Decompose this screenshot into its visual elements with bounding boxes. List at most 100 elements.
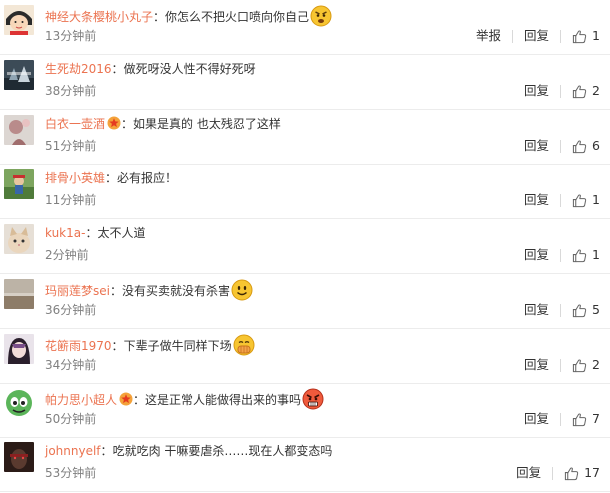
comment-text: 没有买卖就没有杀害 xyxy=(122,284,231,298)
thumbs-up-icon xyxy=(572,29,592,44)
divider xyxy=(560,358,562,372)
comment-text: 下辈子做牛同样下场 xyxy=(123,339,232,353)
comment-item: 神经大条樱桃小丸子：你怎么不把火口喷向你自己 13分钟前 举报 回复 1 xyxy=(0,0,610,55)
angry-emoji xyxy=(310,5,332,27)
avatar[interactable] xyxy=(4,169,34,199)
comment-item: 白衣一壶酒 ：如果是真的 也太残忍了这样 51分钟前 回复 6 xyxy=(0,110,610,165)
username-link[interactable]: johnnyelf xyxy=(45,444,101,458)
reply-button[interactable]: 回复 xyxy=(524,357,549,373)
avatar[interactable] xyxy=(4,279,34,309)
colon-separator: ： xyxy=(133,393,146,407)
thumbs-up-icon xyxy=(572,248,592,263)
reply-button[interactable]: 回复 xyxy=(524,411,549,427)
comment-actions: 回复 6 xyxy=(524,138,600,154)
avatar[interactable] xyxy=(4,442,34,472)
colon-separator: ： xyxy=(111,339,124,353)
reply-button[interactable]: 回复 xyxy=(524,83,549,99)
divider xyxy=(512,29,514,43)
like-button[interactable]: 2 xyxy=(572,83,600,99)
angry-red-emoji xyxy=(302,388,324,410)
comment-list: 神经大条樱桃小丸子：你怎么不把火口喷向你自己 13分钟前 举报 回复 1 生死劫2016：… xyxy=(0,0,610,493)
username-link[interactable]: 帕力思小超人 xyxy=(45,393,117,407)
report-button[interactable]: 举报 xyxy=(476,28,501,44)
like-button[interactable]: 7 xyxy=(572,411,600,427)
comment-text: 太不人道 xyxy=(97,226,146,240)
username-link[interactable]: 花簖雨1970 xyxy=(45,339,112,353)
reply-button[interactable]: 回复 xyxy=(516,465,541,481)
comment-time: 51分钟前 xyxy=(45,139,97,153)
divider xyxy=(560,248,562,262)
comment-item: johnnyelf：吃就吃肉 干嘛要虐杀……现在人都变态吗 53分钟前 回复 17 xyxy=(0,437,610,492)
comment-actions: 回复 7 xyxy=(524,411,600,427)
colon-separator: ： xyxy=(85,226,98,240)
comment-item: 生死劫2016：做死呀没人性不得好死呀 38分钟前 回复 2 xyxy=(0,55,610,110)
comment-actions: 回复 1 xyxy=(524,192,600,208)
comment-actions: 举报 回复 1 xyxy=(476,28,600,44)
like-button[interactable]: 1 xyxy=(572,192,600,208)
comment-time: 34分钟前 xyxy=(45,358,97,372)
like-count: 5 xyxy=(592,302,600,317)
username-link[interactable]: 玛丽莲梦sei xyxy=(45,284,110,298)
like-count: 1 xyxy=(592,192,600,207)
like-button[interactable]: 6 xyxy=(572,138,600,154)
reply-button[interactable]: 回复 xyxy=(524,192,549,208)
thumbs-up-icon xyxy=(572,139,592,154)
divider xyxy=(560,84,562,98)
comment-text: 这是正常人能做得出来的事吗 xyxy=(145,393,302,407)
divider xyxy=(560,29,562,43)
like-count: 6 xyxy=(592,138,600,153)
avatar[interactable] xyxy=(4,115,34,145)
username-link[interactable]: 生死劫2016 xyxy=(45,62,112,76)
colon-separator: ： xyxy=(111,62,124,76)
comment-item: kuk1a-：太不人道 2分钟前 回复 1 xyxy=(0,219,610,274)
user-badge-icon[interactable] xyxy=(119,392,133,406)
smile-emoji xyxy=(231,279,253,301)
thumbs-up-icon xyxy=(572,84,592,99)
avatar[interactable] xyxy=(4,5,34,35)
comment-time: 13分钟前 xyxy=(45,29,97,43)
comment-text: 做死呀没人性不得好死呀 xyxy=(123,62,256,76)
thumbs-up-icon xyxy=(564,466,584,481)
comment-actions: 回复 5 xyxy=(524,302,600,318)
avatar[interactable] xyxy=(4,60,34,90)
comment-time: 38分钟前 xyxy=(45,84,97,98)
like-count: 1 xyxy=(592,247,600,262)
thumbs-up-icon xyxy=(572,303,592,318)
colon-separator: ： xyxy=(105,171,118,185)
like-button[interactable]: 17 xyxy=(564,465,600,481)
username-link[interactable]: kuk1a- xyxy=(45,226,85,240)
username-link[interactable]: 排骨小英雄 xyxy=(45,171,105,185)
comment-actions: 回复 2 xyxy=(524,357,600,373)
comment-actions: 回复 1 xyxy=(524,247,600,263)
like-button[interactable]: 5 xyxy=(572,302,600,318)
like-button[interactable]: 1 xyxy=(572,28,600,44)
like-count: 2 xyxy=(592,357,600,372)
covering-mouth-emoji xyxy=(233,334,255,356)
comment-time: 36分钟前 xyxy=(45,303,97,317)
username-link[interactable]: 神经大条樱桃小丸子 xyxy=(45,10,153,24)
reply-button[interactable]: 回复 xyxy=(524,302,549,318)
comment-item: 花簖雨1970：下辈子做牛同样下场 34分钟前 回复 2 xyxy=(0,329,610,384)
avatar[interactable] xyxy=(4,334,34,364)
like-count: 1 xyxy=(592,28,600,43)
comment-item: 排骨小英雄：必有报应！ 11分钟前 回复 1 xyxy=(0,164,610,219)
comment-actions: 回复 2 xyxy=(524,83,600,99)
user-badge-icon[interactable] xyxy=(107,116,121,130)
comment-text: 吃就吃肉 干嘛要虐杀……现在人都变态吗 xyxy=(112,444,333,458)
divider xyxy=(560,193,562,207)
thumbs-up-icon xyxy=(572,193,592,208)
reply-button[interactable]: 回复 xyxy=(524,247,549,263)
like-button[interactable]: 2 xyxy=(572,357,600,373)
comment-text: 必有报应！ xyxy=(117,171,178,185)
divider xyxy=(560,412,562,426)
divider xyxy=(552,466,554,480)
avatar[interactable] xyxy=(4,224,34,254)
like-button[interactable]: 1 xyxy=(572,247,600,263)
thumbs-up-icon xyxy=(572,358,592,373)
username-link[interactable]: 白衣一壶酒 xyxy=(45,117,105,131)
reply-button[interactable]: 回复 xyxy=(524,28,549,44)
comment-time: 2分钟前 xyxy=(45,248,89,262)
reply-button[interactable]: 回复 xyxy=(524,138,549,154)
divider xyxy=(560,303,562,317)
avatar[interactable] xyxy=(4,388,34,418)
